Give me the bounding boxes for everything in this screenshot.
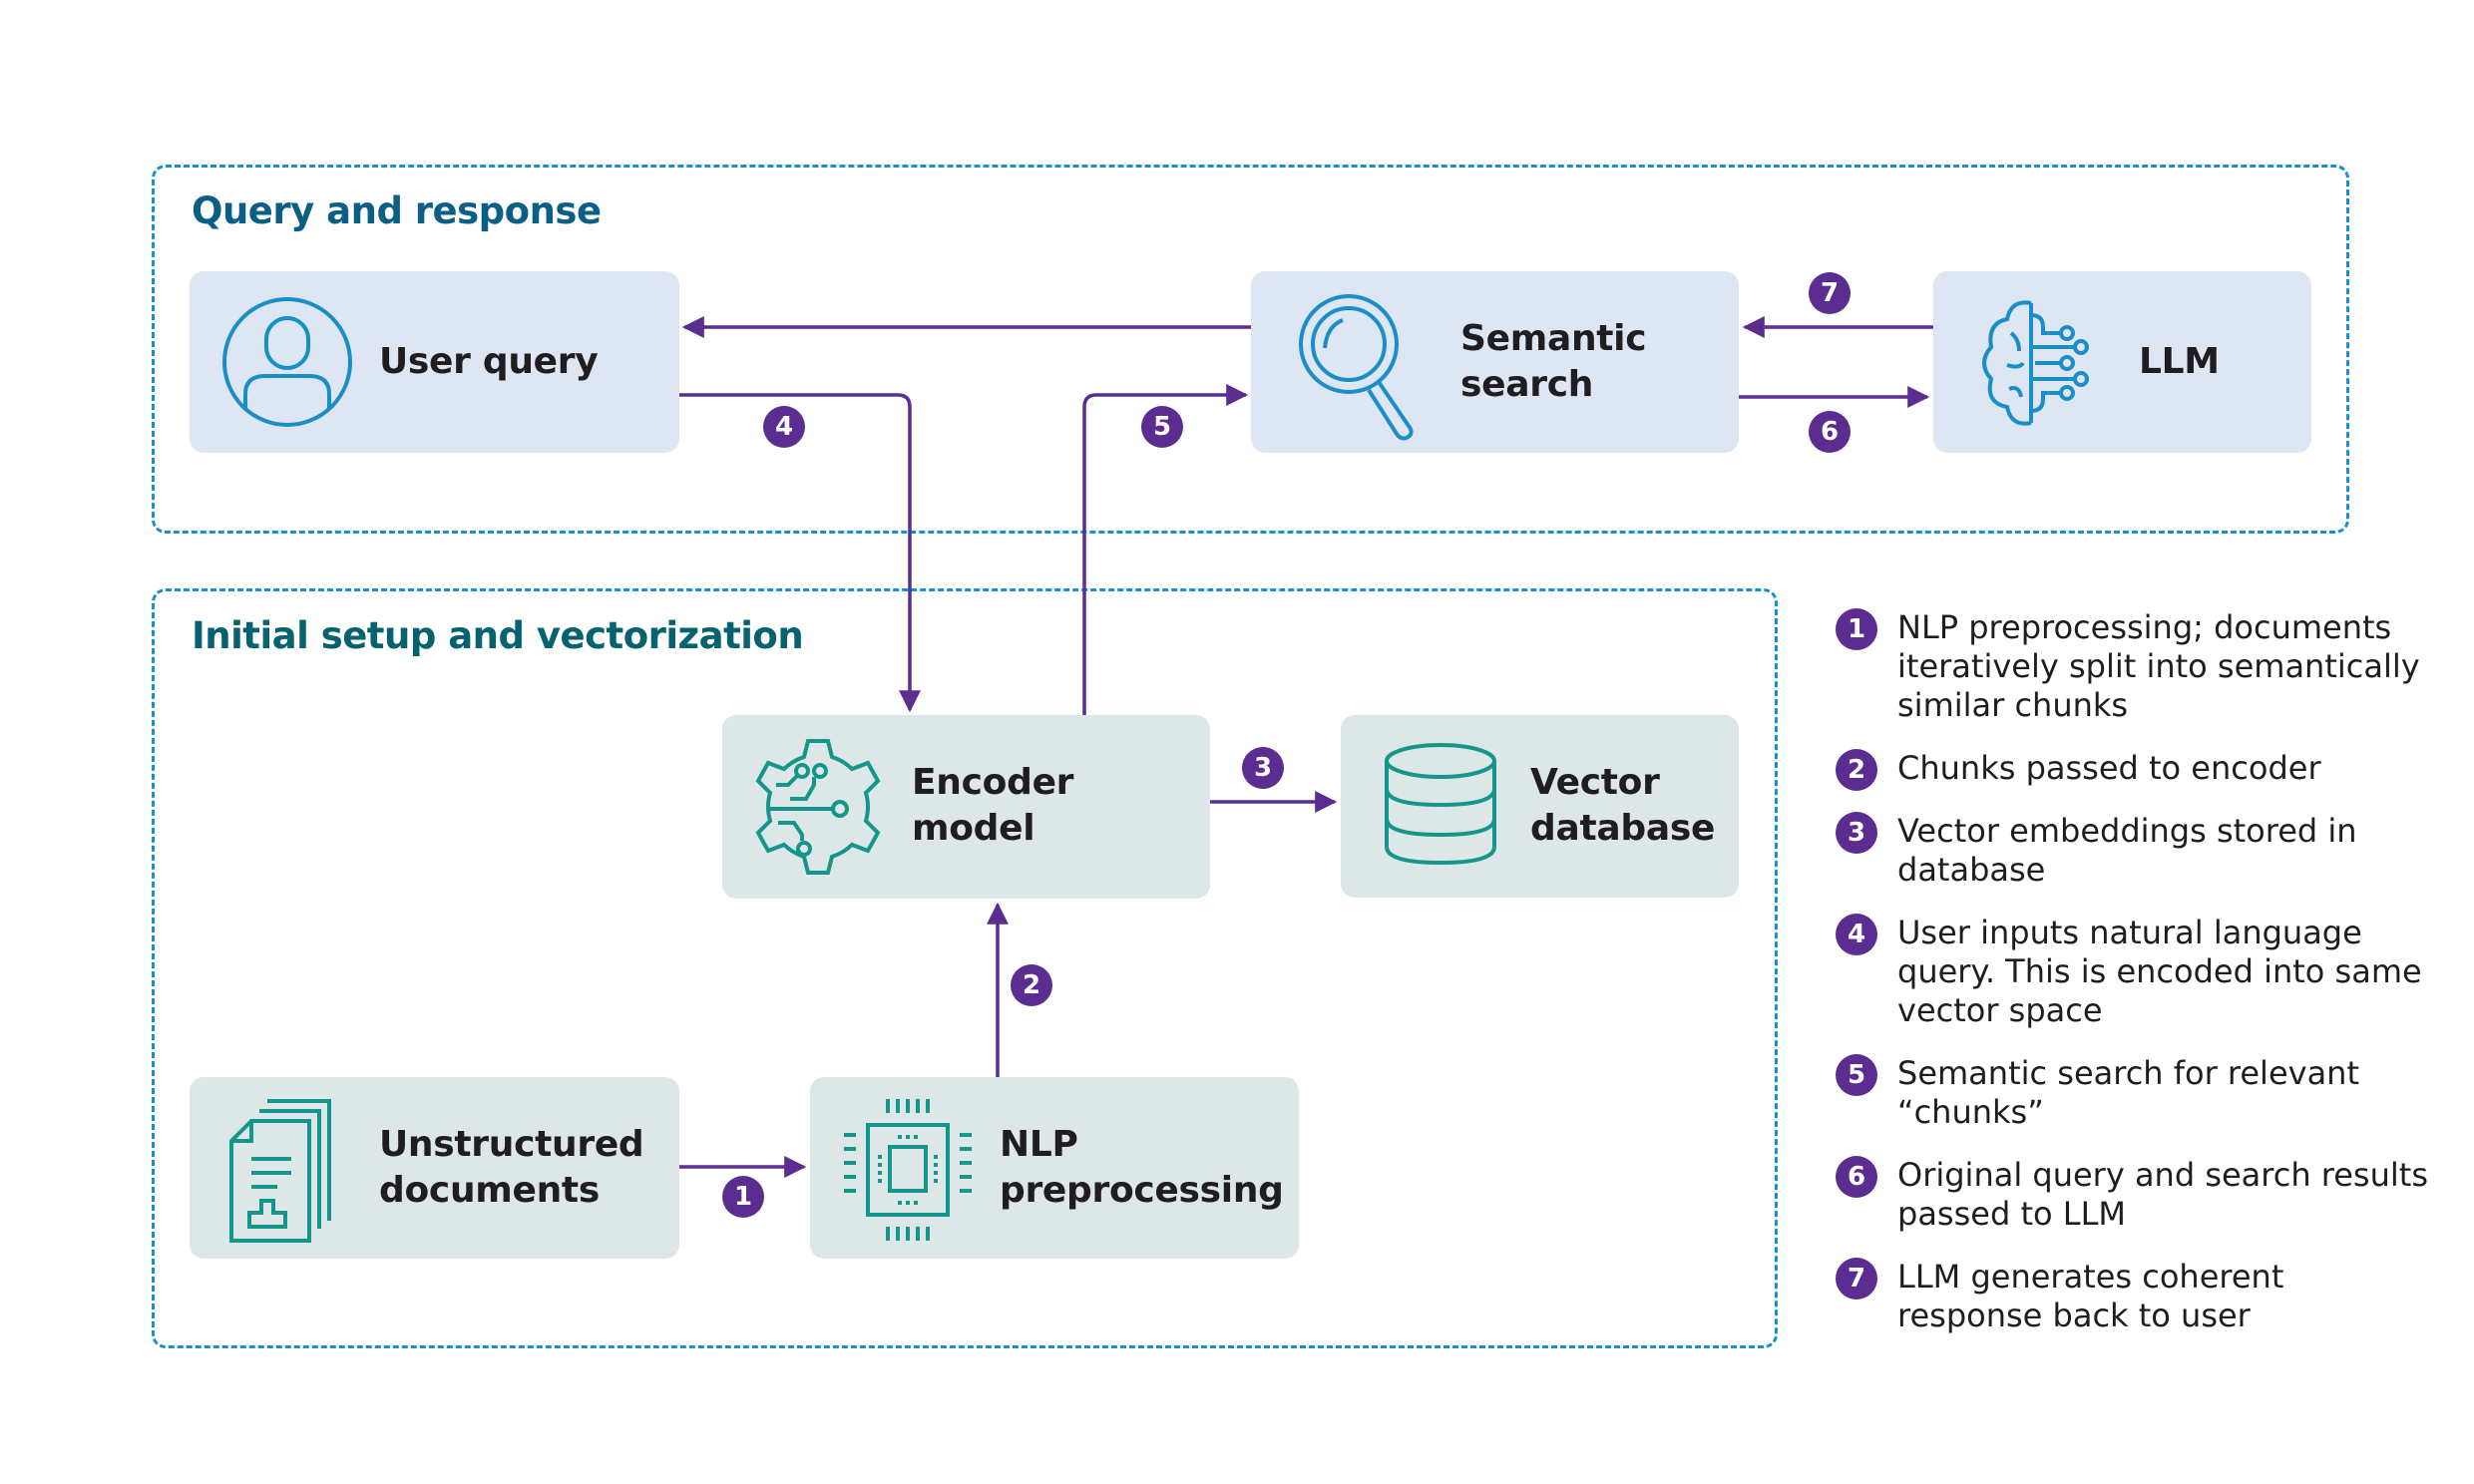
chip-icon: [844, 1099, 972, 1241]
node-label: User query: [379, 341, 599, 382]
node-semantic-search[interactable]: Semantic search: [1251, 271, 1739, 453]
legend-badge: 7: [1836, 1258, 1877, 1299]
step-badge-3: 3: [1242, 747, 1284, 789]
section-title-query: Query and response: [192, 189, 602, 232]
step-badge-5: 5: [1141, 406, 1183, 448]
section-title-setup: Initial setup and vectorization: [192, 614, 804, 657]
node-label-line: database: [1530, 808, 1716, 849]
node-nlp-preprocessing[interactable]: NLP preprocessing: [810, 1077, 1299, 1259]
legend-text: Original query and search results passed…: [1897, 1156, 2428, 1233]
node-label-line: Semantic: [1460, 318, 1647, 359]
legend-item: 3 Vector embeddings stored in database: [1836, 812, 2434, 890]
node-label-line: model: [912, 808, 1035, 849]
legend-badge: 3: [1836, 812, 1877, 854]
step-badge-2: 2: [1011, 964, 1052, 1006]
step-badge-7: 7: [1809, 272, 1851, 314]
legend-item: 6 Original query and search results pass…: [1836, 1156, 2434, 1234]
legend-badge: 5: [1836, 1054, 1877, 1096]
magnifier-icon: [1299, 294, 1414, 441]
node-label-line: preprocessing: [1000, 1170, 1284, 1211]
legend-text: LLM generates coherent response back to …: [1897, 1258, 2284, 1334]
node-encoder-model[interactable]: Encoder model: [722, 715, 1210, 899]
node-unstructured-documents[interactable]: Unstructured documents: [190, 1077, 679, 1259]
legend-badge: 4: [1836, 914, 1877, 955]
legend-item: 1 NLP preprocessing; documents iterative…: [1836, 608, 2434, 725]
node-vector-database[interactable]: Vector database: [1341, 715, 1739, 898]
node-user-query[interactable]: User query: [190, 271, 679, 453]
legend-text: User inputs natural language query. This…: [1897, 914, 2422, 1029]
database-icon: [1385, 743, 1496, 866]
legend-text: Chunks passed to encoder: [1897, 749, 2321, 787]
node-label-line: Vector: [1530, 762, 1660, 803]
legend-text: Vector embeddings stored in database: [1897, 812, 2357, 889]
node-label: LLM: [2139, 341, 2220, 382]
node-label-line: NLP: [1000, 1124, 1078, 1165]
node-label-line: search: [1460, 364, 1594, 405]
node-label-line: Unstructured: [379, 1124, 644, 1165]
node-label-line: documents: [379, 1170, 600, 1211]
documents-icon: [229, 1099, 331, 1243]
step-badge-4: 4: [763, 406, 805, 448]
step-badge-1: 1: [722, 1176, 764, 1218]
legend-badge: 6: [1836, 1156, 1877, 1198]
user-icon: [222, 297, 352, 427]
legend-item: 5 Semantic search for relevant “chunks”: [1836, 1054, 2434, 1132]
legend-item: 7 LLM generates coherent response back t…: [1836, 1258, 2434, 1335]
legend-item: 2 Chunks passed to encoder: [1836, 749, 2434, 791]
legend-badge: 2: [1836, 749, 1877, 791]
legend-text: Semantic search for relevant “chunks”: [1897, 1054, 2359, 1131]
legend-badge: 1: [1836, 608, 1877, 650]
step-badge-6: 6: [1809, 411, 1851, 453]
brain-circuit-icon: [1982, 300, 2089, 426]
gear-circuit-icon: [755, 739, 881, 875]
node-label-line: Encoder: [912, 762, 1074, 803]
node-llm[interactable]: LLM: [1933, 271, 2311, 453]
legend-item: 4 User inputs natural language query. Th…: [1836, 914, 2434, 1030]
steps-legend: 1 NLP preprocessing; documents iterative…: [1836, 608, 2434, 1359]
legend-text: NLP preprocessing; documents iteratively…: [1897, 608, 2420, 724]
